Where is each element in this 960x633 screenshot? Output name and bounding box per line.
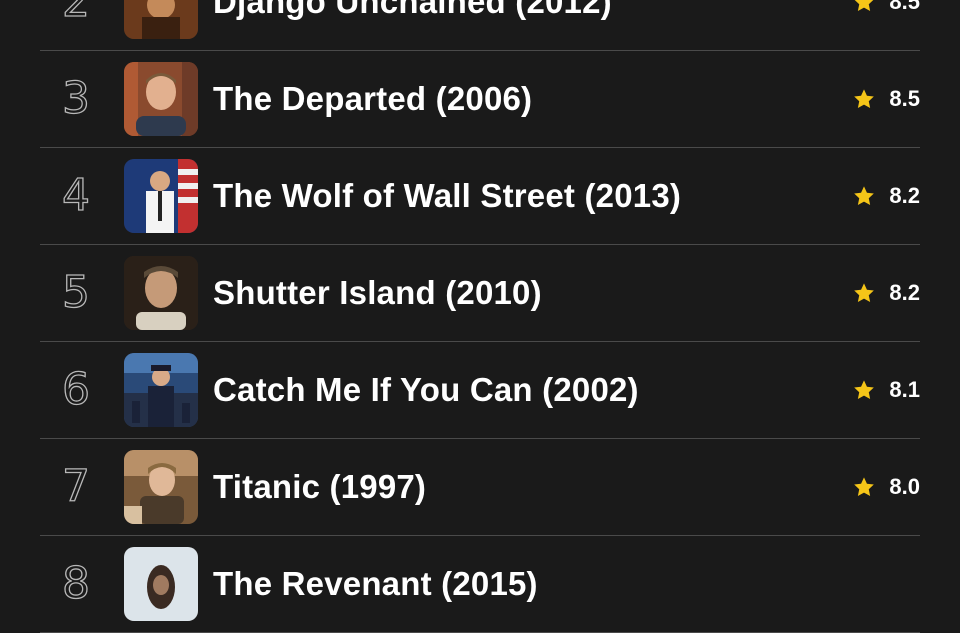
rank-number: 8 [61, 558, 90, 609]
departed-poster-icon [124, 62, 198, 136]
rank-number: 3 [61, 73, 90, 124]
movie-poster [124, 0, 198, 39]
list-item[interactable]: 7 Titanic (1997) 8.0 [40, 439, 920, 536]
catch-poster-icon [124, 353, 198, 427]
rank-number: 7 [61, 461, 90, 512]
titanic-poster-icon [124, 450, 198, 524]
list-item[interactable]: 4 The Wolf of Wall Street (2013) 8.2 [40, 148, 920, 245]
rating-value: 8.1 [889, 377, 920, 402]
movie-title: The Revenant (2015) [213, 565, 538, 602]
star-icon [855, 0, 874, 11]
movie-poster [124, 62, 198, 136]
movie-poster [124, 547, 198, 621]
rating: 8.1 [853, 377, 920, 403]
rating-value: 8.2 [889, 280, 920, 305]
revenant-poster-icon [124, 547, 198, 621]
rating: 8.2 [853, 280, 920, 306]
movie-title: Django Unchained (2012) [213, 0, 612, 20]
rating-value: 8.5 [889, 86, 920, 111]
star-icon [854, 186, 875, 205]
list-item[interactable]: 6 Catch Me If You Can (2002) 8.1 [40, 342, 920, 439]
movie-poster [124, 450, 198, 524]
rating-value: 8.0 [889, 474, 920, 499]
star-icon [854, 283, 875, 302]
rank-number: 6 [61, 364, 90, 415]
movie-title: Titanic (1997) [213, 468, 427, 505]
star-icon [854, 89, 875, 108]
movie-ranking-list: 2 Django Unchained (2012) 8.5 3 The Depa… [0, 0, 960, 633]
movie-title: The Wolf of Wall Street (2013) [213, 177, 682, 214]
rating: 8.5 [853, 0, 920, 15]
rating: 8.5 [853, 86, 920, 112]
list-item[interactable]: 8 The Revenant (2015) [40, 536, 920, 633]
rating: 8.2 [853, 183, 920, 209]
list-item[interactable]: 5 Shutter Island (2010) 8.2 [40, 245, 920, 342]
wolf-poster-icon [124, 159, 198, 233]
list-item[interactable]: 2 Django Unchained (2012) 8.5 [40, 0, 920, 51]
movie-poster [124, 159, 198, 233]
movie-title: Shutter Island (2010) [213, 274, 542, 311]
shutter-poster-icon [124, 256, 198, 330]
rating: 8.0 [853, 474, 920, 500]
movie-poster [124, 353, 198, 427]
list-item[interactable]: 3 The Departed (2006) 8.5 [40, 51, 920, 148]
rating-value: 8.2 [889, 183, 920, 208]
rank-number: 5 [61, 267, 90, 318]
star-icon [854, 477, 875, 496]
movie-title: The Departed (2006) [213, 80, 533, 117]
rating-value: 8.5 [889, 0, 920, 14]
star-icon [854, 380, 875, 399]
movie-title: Catch Me If You Can (2002) [213, 371, 639, 408]
movie-poster [124, 256, 198, 330]
rank-number: 4 [61, 170, 90, 221]
rank-number: 2 [61, 0, 90, 27]
django-poster-icon [124, 0, 198, 39]
